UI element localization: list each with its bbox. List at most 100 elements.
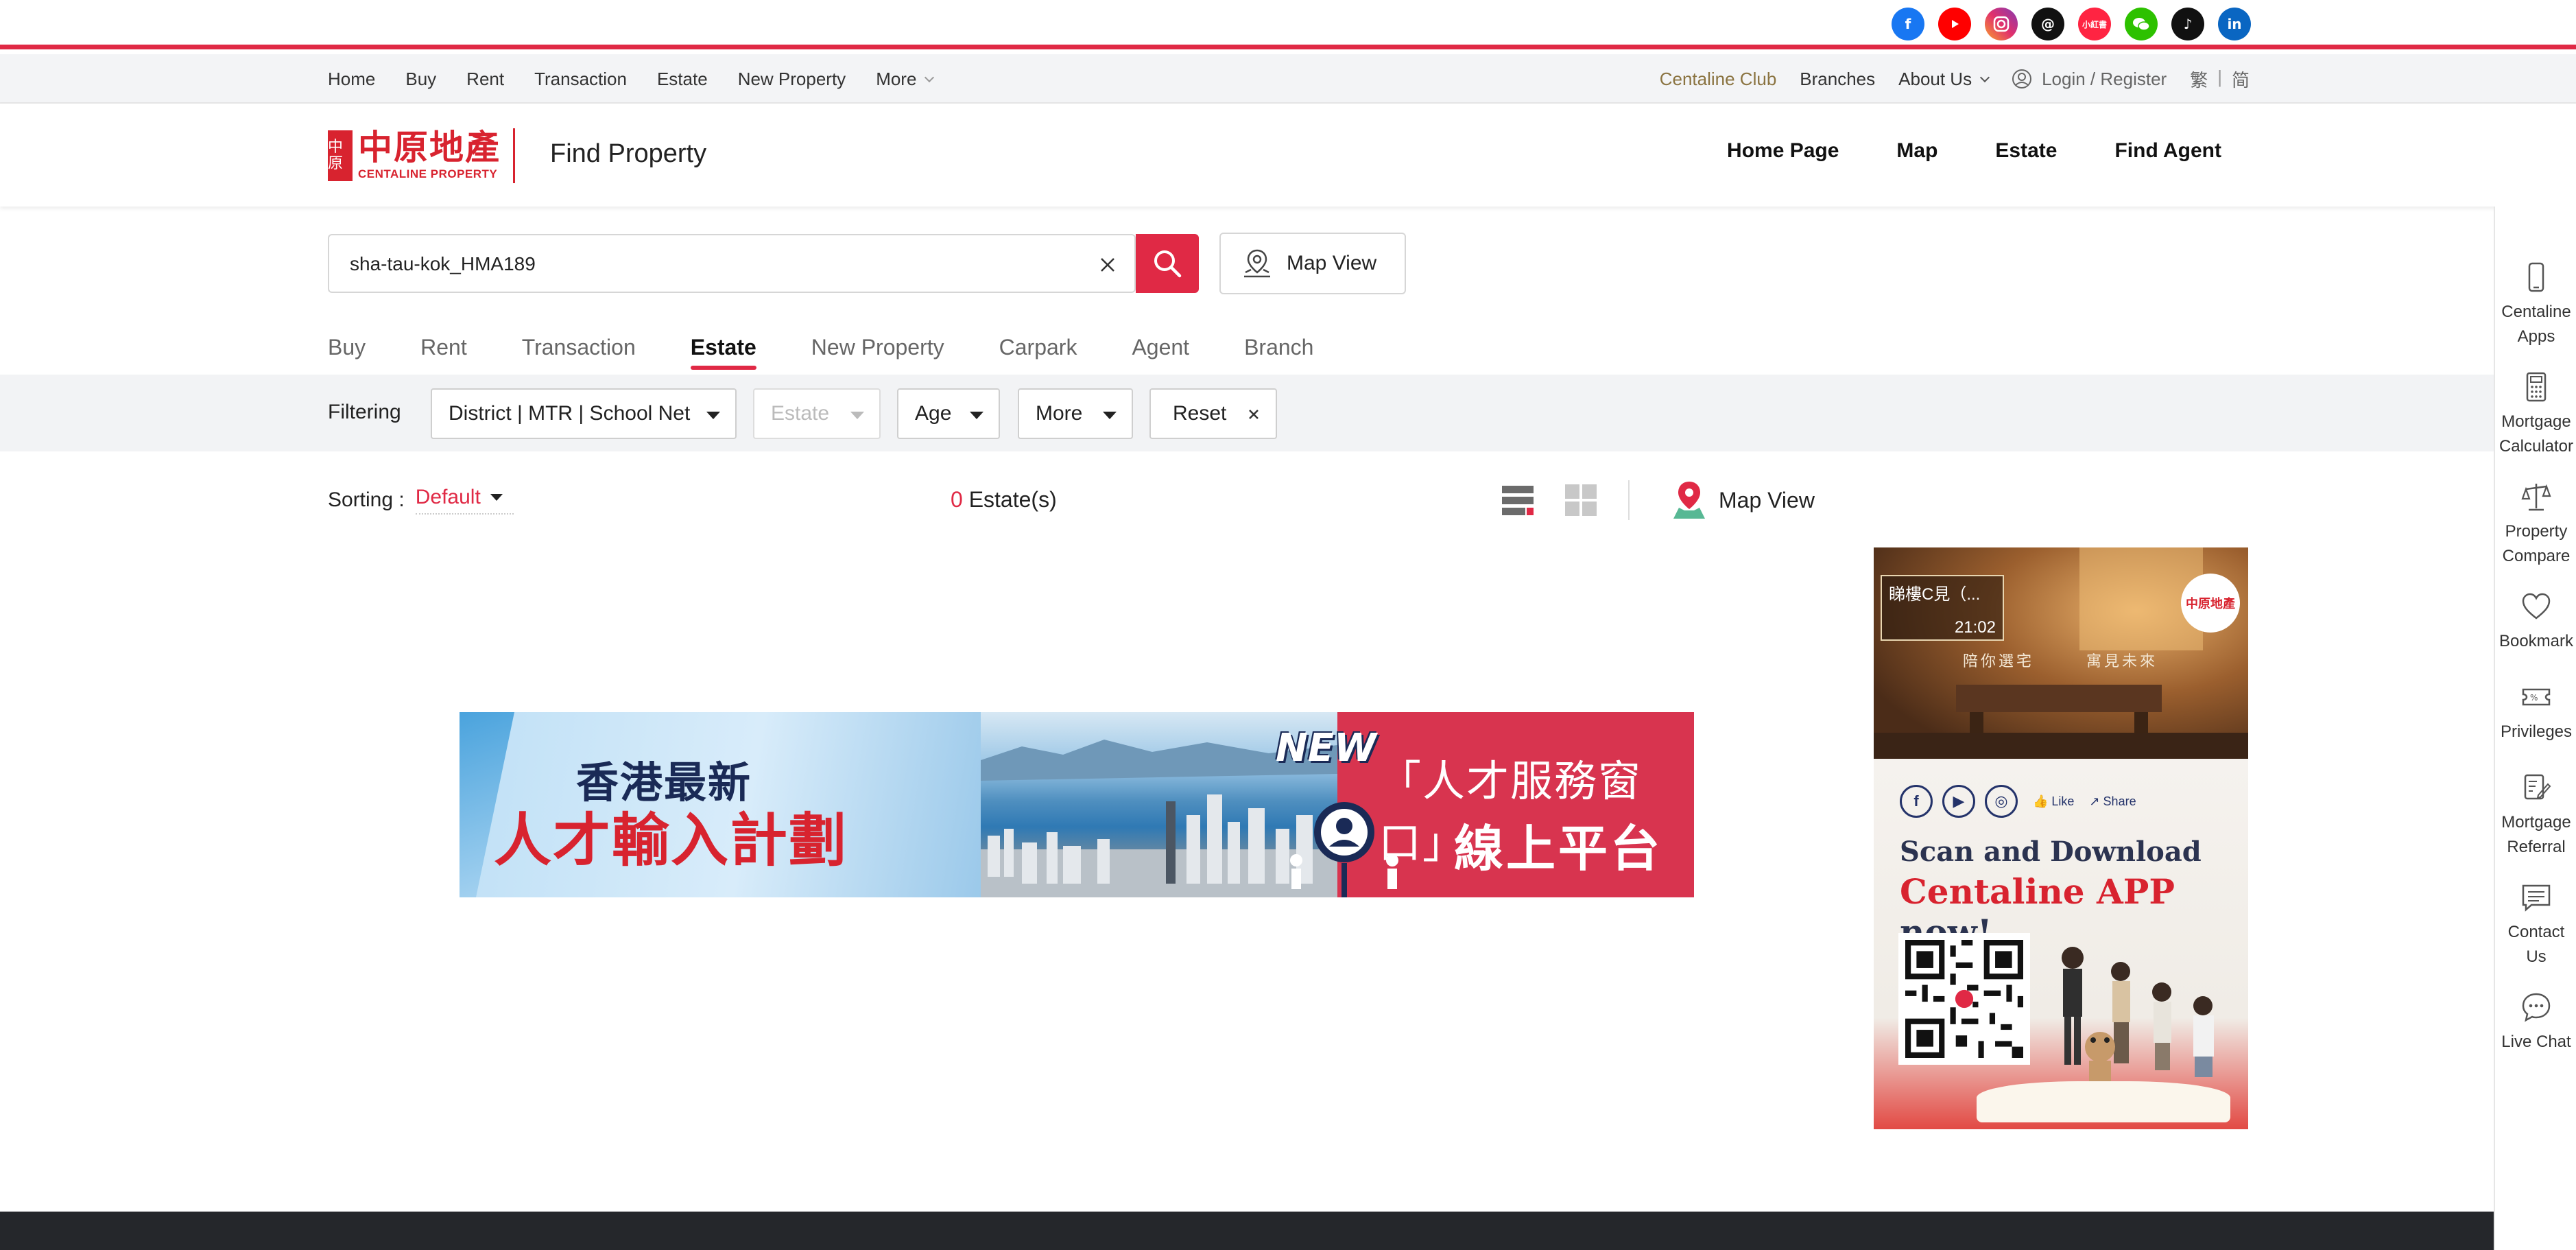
sidebar-item-mortgage-referral[interactable]: Mortgage Referral [2495, 772, 2576, 860]
district-filter[interactable]: District | MTR | School Net [431, 388, 737, 439]
sidebar-item-centaline-apps[interactable]: Centaline Apps [2495, 261, 2576, 349]
filter-label: Filtering [328, 401, 401, 423]
top-nav-buy[interactable]: Buy [405, 69, 436, 90]
tab-agent[interactable]: Agent [1132, 335, 1189, 370]
tab-new-property[interactable]: New Property [811, 335, 944, 370]
top-nav-rent[interactable]: Rent [466, 69, 504, 90]
banner-right-line2: 線上平台 [1454, 820, 1663, 877]
list-view-icon[interactable] [1501, 483, 1535, 517]
sidebar-item-live-chat[interactable]: Live Chat [2495, 991, 2576, 1054]
top-nav-utility: Centaline Club Branches About Us Login /… [1660, 54, 2250, 104]
header-nav-estate[interactable]: Estate [1995, 139, 2057, 163]
tab-carpark[interactable]: Carpark [999, 335, 1077, 370]
linkedin-icon[interactable]: in [2218, 8, 2251, 40]
result-count-suffix: Estate(s) [962, 487, 1057, 512]
sidebar-label: Mortgage Calculator [2499, 412, 2574, 456]
tab-branch[interactable]: Branch [1244, 335, 1313, 370]
tab-transaction[interactable]: Transaction [522, 335, 636, 370]
map-view-link[interactable]: Map View [1671, 480, 1815, 520]
login-register-link[interactable]: Login / Register [2012, 69, 2167, 90]
app-download-ad[interactable]: 睇樓C見（... 21:02 中原地產 陪你選宅 寓見未來 f ▶ ◎ 👍 Li… [1874, 547, 2248, 1129]
district-filter-label: District | MTR | School Net [449, 402, 691, 425]
lang-simplified[interactable]: 简 [2232, 67, 2250, 92]
map-view-button[interactable]: Map View [1219, 233, 1406, 294]
caret-down-icon [706, 412, 720, 419]
heart-icon [2522, 593, 2551, 620]
sidebar-item-contact-us[interactable]: Contact Us [2495, 882, 2576, 969]
ad-download-panel: f ▶ ◎ 👍 Like ↗ Share Scan and Download C… [1874, 759, 2248, 1129]
about-us-label: About Us [1898, 68, 1972, 89]
page-title: Find Property [550, 139, 707, 168]
sidebar-item-privileges[interactable]: % Privileges [2495, 681, 2576, 744]
talent-people-icon [1290, 802, 1398, 897]
banner-new-badge: NEW [1276, 726, 1376, 770]
lang-traditional[interactable]: 繁 [2190, 67, 2208, 92]
top-nav-transaction[interactable]: Transaction [534, 69, 627, 90]
top-nav-more[interactable]: More [876, 68, 935, 90]
facebook-icon[interactable]: f [1892, 8, 1924, 40]
chevron-down-icon [925, 72, 935, 82]
header: 中原 中原地產 CENTALINE PROPERTY Find Property… [0, 104, 2576, 207]
sidebar-item-mortgage-calculator[interactable]: Mortgage Calculator [2495, 371, 2576, 459]
like-button[interactable]: 👍 Like [2033, 794, 2074, 809]
ad-video-thumbnail[interactable]: 睇樓C見（... 21:02 中原地產 陪你選宅 寓見未來 [1874, 547, 2248, 759]
xiaohongshu-icon[interactable]: 小紅書 [2078, 8, 2111, 40]
branches-link[interactable]: Branches [1800, 69, 1875, 90]
youtube-icon[interactable] [1938, 8, 1971, 40]
about-us-menu[interactable]: About Us [1898, 68, 1990, 90]
header-nav-map[interactable]: Map [1896, 139, 1937, 163]
tab-buy[interactable]: Buy [328, 335, 366, 370]
grid-view-icon[interactable] [1564, 483, 1598, 517]
search-input[interactable]: sha-tau-kok_HMA189 [328, 234, 1136, 293]
facebook-icon[interactable]: f [1900, 785, 1933, 818]
ad-video-title: 睇樓C見（... [1889, 585, 1981, 604]
tiktok-icon[interactable]: ♪ [2171, 8, 2204, 40]
top-nav-estate[interactable]: Estate [657, 69, 708, 90]
ad-tagline-2: 寓見未來 [2086, 653, 2158, 670]
top-nav: Home Buy Rent Transaction Estate New Pro… [0, 54, 2576, 104]
top-nav-new-property[interactable]: New Property [738, 69, 846, 90]
clear-icon[interactable] [1097, 255, 1118, 275]
instagram-icon[interactable] [1985, 8, 2018, 40]
sorting-dropdown[interactable]: Default [415, 486, 514, 515]
threads-icon[interactable]: @ [2031, 8, 2064, 40]
ad-scan-text: Scan and Download [1900, 836, 2202, 868]
sorting-value: Default [415, 486, 481, 508]
youtube-icon[interactable]: ▶ [1942, 785, 1975, 818]
logo-seal: 中原 [328, 130, 353, 181]
centaline-club-link[interactable]: Centaline Club [1660, 69, 1777, 90]
age-filter-label: Age [915, 402, 952, 425]
top-nav-home[interactable]: Home [328, 69, 375, 90]
login-register-label: Login / Register [2042, 68, 2167, 89]
search-value: sha-tau-kok_HMA189 [350, 253, 536, 274]
close-icon [1249, 410, 1259, 419]
sidebar-item-bookmark[interactable]: Bookmark [2495, 591, 2576, 654]
message-icon [2522, 884, 2551, 912]
ad-tagline-1: 陪你選宅 [1963, 653, 2035, 670]
result-count: 0 Estate(s) [951, 487, 1057, 512]
reset-button[interactable]: Reset [1149, 388, 1277, 439]
header-nav-home-page[interactable]: Home Page [1727, 139, 1839, 163]
logo-text: 中原地產 CENTALINE PROPERTY [358, 130, 501, 181]
wechat-icon[interactable] [2125, 8, 2158, 40]
top-nav-more-label: More [876, 68, 917, 89]
result-count-number: 0 [951, 487, 963, 512]
age-filter[interactable]: Age [897, 388, 1000, 439]
lang-separator: | [2217, 66, 2222, 87]
header-nav-find-agent[interactable]: Find Agent [2114, 139, 2221, 163]
centaline-logo[interactable]: 中原 中原地產 CENTALINE PROPERTY [328, 127, 515, 185]
instagram-icon[interactable]: ◎ [1985, 785, 2018, 818]
referral-icon [2524, 774, 2551, 800]
user-icon [2012, 69, 2032, 89]
more-filter[interactable]: More [1018, 388, 1133, 439]
talent-scheme-banner[interactable]: 香港最新 人才輸入計劃 「人才服務窗口」 線上平台 NEW [460, 712, 1694, 897]
tab-estate[interactable]: Estate [690, 335, 756, 370]
reset-label: Reset [1173, 402, 1227, 425]
caret-down-icon [490, 494, 503, 501]
sidebar-item-property-compare[interactable]: Property Compare [2495, 481, 2576, 569]
map-pin-icon [1244, 249, 1270, 278]
tab-rent[interactable]: Rent [420, 335, 467, 370]
share-button[interactable]: ↗ Share [2089, 794, 2136, 809]
chevron-down-icon [1980, 72, 1990, 82]
search-button[interactable] [1136, 234, 1199, 293]
